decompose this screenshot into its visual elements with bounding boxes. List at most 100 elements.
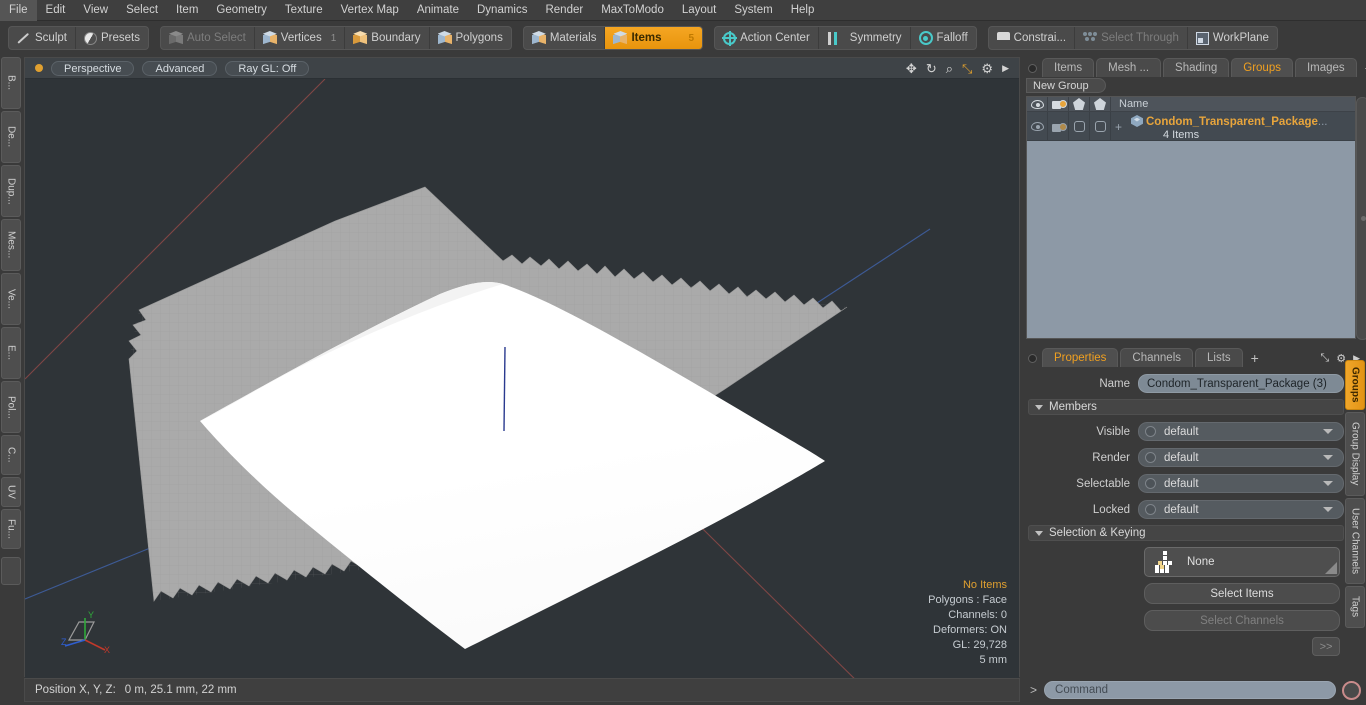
- sidebar-tab-c[interactable]: C...: [1, 435, 21, 475]
- chevron-right-icon[interactable]: ▶: [1002, 63, 1009, 73]
- falloff-button[interactable]: Falloff: [909, 27, 976, 49]
- groups-tree[interactable]: Name + Condom_Transparent_Package... 4 I…: [1026, 96, 1366, 340]
- tab-mesh[interactable]: Mesh ...: [1096, 58, 1162, 77]
- polygons-button[interactable]: Polygons: [428, 27, 511, 49]
- sidebar-tab-ve[interactable]: Ve...: [1, 273, 21, 325]
- tab-groups[interactable]: Groups: [1231, 58, 1293, 77]
- menu-item-geometry[interactable]: Geometry: [207, 0, 276, 21]
- menu-item-dynamics[interactable]: Dynamics: [468, 0, 536, 21]
- materials-button[interactable]: Materials: [524, 27, 605, 49]
- tab-items[interactable]: Items: [1042, 58, 1095, 77]
- sidebar-tab-pol[interactable]: Pol...: [1, 381, 21, 433]
- viewport-canvas[interactable]: Y X Z No Items Polygons : Face Channels:…: [25, 79, 1019, 678]
- expand-row-button[interactable]: +: [1115, 120, 1122, 134]
- visible-select[interactable]: default: [1138, 422, 1344, 441]
- constraints-button[interactable]: Constrai...: [989, 27, 1074, 49]
- sidebar-tab-fu[interactable]: Fu...: [1, 509, 21, 549]
- items-button[interactable]: Items 5: [604, 27, 703, 49]
- symmetry-button[interactable]: Symmetry: [817, 27, 910, 49]
- menu-item-system[interactable]: System: [725, 0, 781, 21]
- sidebar-tab-mes[interactable]: Mes...: [1, 219, 21, 271]
- sculpt-button[interactable]: Sculpt: [9, 27, 75, 49]
- command-input[interactable]: Command: [1044, 681, 1336, 699]
- menu-item-help[interactable]: Help: [782, 0, 824, 21]
- pan-icon[interactable]: ✥: [906, 62, 917, 75]
- tab-properties[interactable]: Properties: [1042, 348, 1119, 367]
- add-properties-tab-button[interactable]: +: [1245, 350, 1265, 367]
- visible-value: default: [1164, 425, 1199, 438]
- more-options-button[interactable]: >>: [1312, 637, 1340, 656]
- table-row[interactable]: + Condom_Transparent_Package... 4 Items: [1027, 112, 1355, 141]
- sidebar-tab-e[interactable]: E...: [1, 327, 21, 379]
- add-tab-button[interactable]: +: [1359, 60, 1366, 77]
- toggle-dot-icon[interactable]: [1145, 478, 1156, 489]
- name-input[interactable]: Condom_Transparent_Package (3): [1138, 374, 1344, 393]
- new-group-button[interactable]: New Group: [1026, 78, 1106, 93]
- scrollbar-knob[interactable]: [1361, 216, 1366, 221]
- toggle-dot-icon[interactable]: [1145, 504, 1156, 515]
- presets-button[interactable]: Presets: [74, 27, 148, 49]
- toggle-dot-icon[interactable]: [1145, 452, 1156, 463]
- sidebar-tab-dup[interactable]: Dup...: [1, 165, 21, 217]
- members-section-header[interactable]: Members: [1028, 399, 1344, 415]
- menu-item-select[interactable]: Select: [117, 0, 167, 21]
- locked-select[interactable]: default: [1138, 500, 1344, 519]
- selection-set-picker[interactable]: None: [1144, 547, 1340, 577]
- camera-icon: [1051, 122, 1067, 132]
- left-tab-strip: B... De... Dup... Mes... Ve... E... Pol.…: [0, 57, 22, 675]
- select-items-button[interactable]: Select Items: [1144, 583, 1340, 604]
- row-visible-toggle[interactable]: [1027, 112, 1048, 141]
- menu-item-item[interactable]: Item: [167, 0, 207, 21]
- selection-keying-section-header[interactable]: Selection & Keying: [1028, 525, 1344, 541]
- expand-icon[interactable]: ⤡: [1320, 352, 1329, 365]
- vertices-button[interactable]: Vertices 1: [253, 27, 344, 49]
- row-render-toggle[interactable]: [1048, 112, 1069, 141]
- tab-images[interactable]: Images: [1294, 58, 1357, 77]
- menu-item-file[interactable]: File: [0, 0, 37, 21]
- sidebar-tab-b[interactable]: B...: [1, 57, 21, 109]
- menu-item-view[interactable]: View: [74, 0, 117, 21]
- viewport-raygl-toggle[interactable]: Ray GL: Off: [225, 60, 310, 76]
- tree-scrollbar[interactable]: [1356, 97, 1366, 340]
- action-center-button[interactable]: Action Center: [715, 27, 818, 49]
- row-selectable-toggle[interactable]: [1069, 112, 1090, 141]
- rotate-icon[interactable]: ↻: [926, 62, 937, 75]
- properties-menu-dot-icon[interactable]: [1028, 354, 1037, 363]
- workplane-button[interactable]: WorkPlane: [1186, 27, 1277, 49]
- sidebar-tab-de[interactable]: De...: [1, 111, 21, 163]
- toggle-dot-icon[interactable]: [1145, 426, 1156, 437]
- selectable-row: Selectable default: [1028, 473, 1344, 494]
- menu-item-maxtomodo[interactable]: MaxToModo: [592, 0, 673, 21]
- menu-item-edit[interactable]: Edit: [37, 0, 75, 21]
- menu-item-vertex-map[interactable]: Vertex Map: [332, 0, 408, 21]
- record-icon[interactable]: [1342, 680, 1361, 700]
- selectable-select[interactable]: default: [1138, 474, 1344, 493]
- rtab-tags[interactable]: Tags: [1345, 586, 1365, 628]
- presets-label: Presets: [100, 32, 140, 44]
- rtab-groups[interactable]: Groups: [1345, 360, 1365, 410]
- viewport-shading-mode[interactable]: Advanced: [142, 60, 218, 76]
- row-locked-toggle[interactable]: [1090, 112, 1111, 141]
- zoom-icon[interactable]: ⌕: [946, 62, 953, 75]
- menu-item-animate[interactable]: Animate: [408, 0, 468, 21]
- sidebar-tab-uv[interactable]: UV: [1, 477, 21, 507]
- tab-lists[interactable]: Lists: [1195, 348, 1243, 367]
- auto-select-button[interactable]: Auto Select: [161, 27, 254, 49]
- menu-item-render[interactable]: Render: [536, 0, 592, 21]
- viewport-menu-dot-icon[interactable]: [35, 64, 43, 72]
- viewport-view-mode[interactable]: Perspective: [51, 60, 135, 76]
- menu-item-texture[interactable]: Texture: [276, 0, 332, 21]
- render-select[interactable]: default: [1138, 448, 1344, 467]
- panel-menu-dot-icon[interactable]: [1028, 64, 1037, 73]
- fit-icon[interactable]: ⤡: [962, 62, 972, 75]
- tab-shading[interactable]: Shading: [1163, 58, 1230, 77]
- menu-item-layout[interactable]: Layout: [673, 0, 726, 21]
- sidebar-tab-extra[interactable]: [1, 557, 21, 585]
- rtab-user-channels[interactable]: User Channels: [1345, 498, 1365, 584]
- selection-keying-body: None Select Items Select Channels >>: [1144, 547, 1340, 656]
- select-through-button[interactable]: Select Through: [1074, 27, 1187, 49]
- gear-icon[interactable]: ⚙: [981, 62, 993, 75]
- tab-channels[interactable]: Channels: [1120, 348, 1194, 367]
- rtab-group-display[interactable]: Group Display: [1345, 412, 1365, 496]
- boundary-button[interactable]: Boundary: [344, 27, 428, 49]
